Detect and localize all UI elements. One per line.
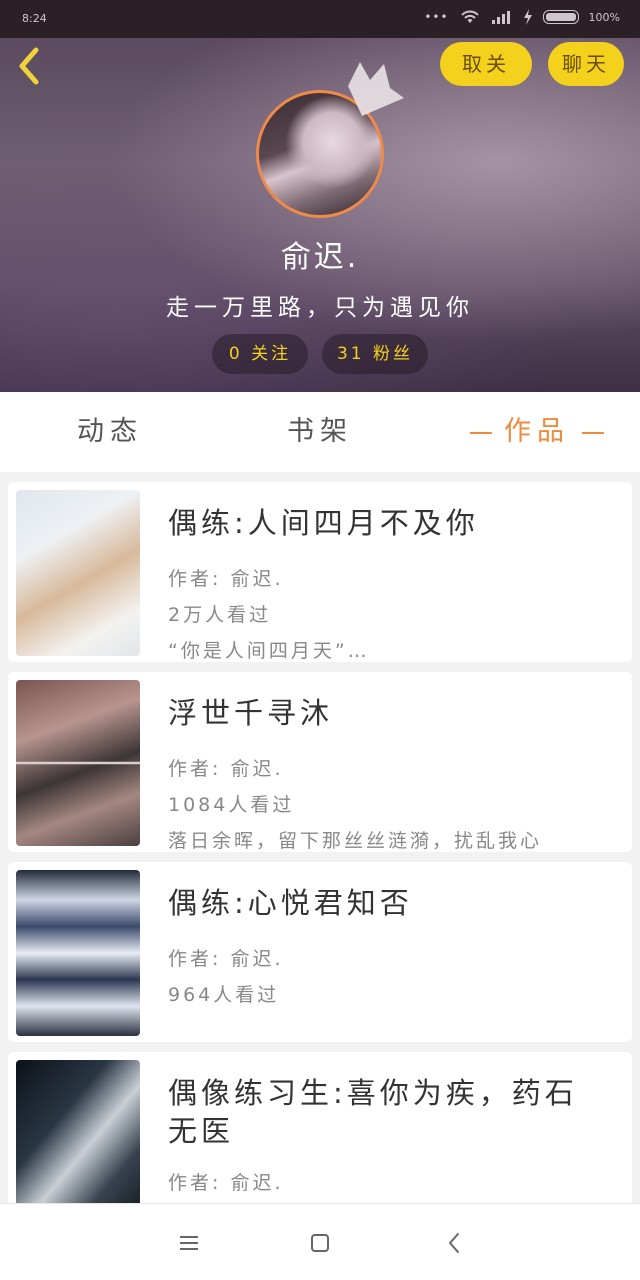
work-title: 偶练:心悦君知否 <box>168 886 413 920</box>
work-author: 作者: 俞迟. <box>168 948 284 970</box>
tab-works[interactable]: 作品 <box>452 392 622 472</box>
book-cover <box>16 680 140 846</box>
list-item[interactable]: 偶像练习生:喜你为疾，药石无医 作者: 俞迟. <box>8 1052 632 1203</box>
back-icon[interactable] <box>440 1228 470 1258</box>
tab-bookshelf[interactable]: 书架 <box>250 392 390 472</box>
profile-header: 取关 聊天 俞迟. 走一万里路，只为遇见你 0 关注 31 粉丝 <box>0 38 640 392</box>
signal-icon <box>491 11 510 24</box>
tab-dynamic[interactable]: 动态 <box>40 392 180 472</box>
battery-icon <box>542 10 579 24</box>
list-item[interactable]: 偶练:心悦君知否 作者: 俞迟. 964人看过 <box>8 862 632 1042</box>
fans-count[interactable]: 31 粉丝 <box>322 334 428 374</box>
work-views: 1084人看过 <box>168 794 295 816</box>
work-author: 作者: 俞迟. <box>168 758 284 780</box>
chat-button[interactable]: 聊天 <box>548 42 624 86</box>
menu-icon[interactable] <box>174 1228 204 1258</box>
work-title: 浮世千寻沐 <box>168 696 334 730</box>
unfollow-button[interactable]: 取关 <box>440 42 532 86</box>
notification-dots: ••• <box>424 10 449 24</box>
status-time: 8:24 <box>22 12 47 25</box>
tab-works-label: 作品 <box>504 416 570 447</box>
charging-icon <box>523 9 532 25</box>
book-cover <box>16 1060 140 1203</box>
work-views: 964人看过 <box>168 984 280 1006</box>
works-list[interactable]: 偶练:人间四月不及你 作者: 俞迟. 2万人看过 “你是人间四月天”… 浮世千寻… <box>0 472 640 1203</box>
following-count[interactable]: 0 关注 <box>212 334 308 374</box>
profile-tabs: 动态 书架 作品 <box>0 392 640 472</box>
back-button[interactable] <box>14 46 50 85</box>
username: 俞迟. <box>280 240 360 275</box>
back-chevron-icon <box>19 47 39 85</box>
work-title: 偶像练习生:喜你为疾，药石无医 <box>168 1076 578 1148</box>
tab-works-dash-left <box>470 431 492 434</box>
tab-works-dash-right <box>582 431 604 434</box>
status-bar: 8:24 ••• 100% <box>0 0 640 38</box>
work-excerpt: 落日余晖，留下那丝丝涟漪，扰乱我心 <box>168 830 543 852</box>
wifi-icon <box>460 10 479 23</box>
battery-percent: 100% <box>588 10 620 24</box>
list-item[interactable]: 偶练:人间四月不及你 作者: 俞迟. 2万人看过 “你是人间四月天”… <box>8 482 632 662</box>
work-excerpt: “你是人间四月天”… <box>168 640 370 662</box>
work-title: 偶练:人间四月不及你 <box>168 506 479 540</box>
book-cover <box>16 490 140 656</box>
bio-text: 走一万里路，只为遇见你 <box>166 295 474 321</box>
work-author: 作者: 俞迟. <box>168 1172 284 1194</box>
work-author: 作者: 俞迟. <box>168 568 284 590</box>
work-views: 2万人看过 <box>168 604 272 626</box>
book-cover <box>16 870 140 1036</box>
status-icons: ••• 100% <box>424 9 620 25</box>
home-icon[interactable] <box>305 1228 335 1258</box>
list-item[interactable]: 浮世千寻沐 作者: 俞迟. 1084人看过 落日余晖，留下那丝丝涟漪，扰乱我心 <box>8 672 632 852</box>
navigation-bar <box>0 1203 640 1280</box>
